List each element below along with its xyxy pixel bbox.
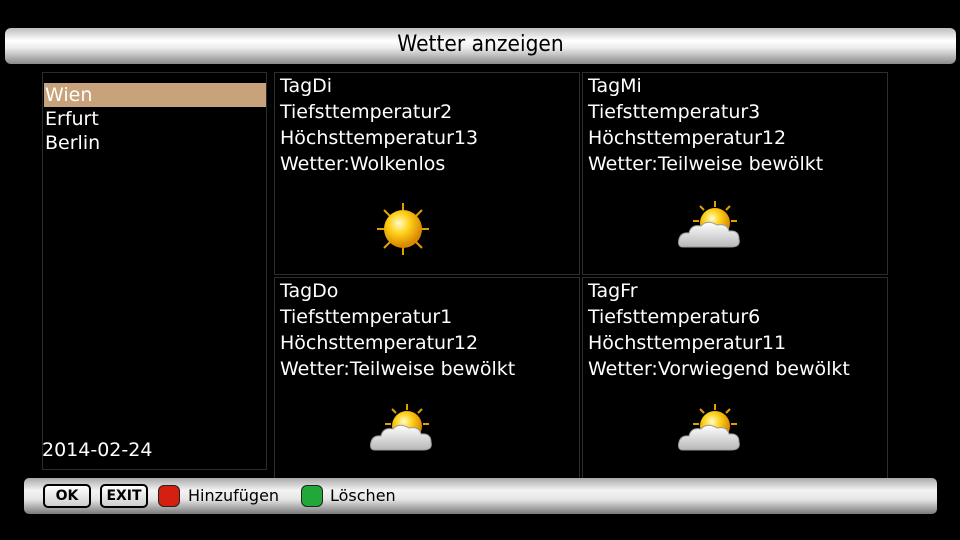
forecast-card-day-4: TagFr Tiefsttemperatur6 Höchsttemperatur… [582, 277, 888, 480]
green-key-icon[interactable] [301, 485, 323, 507]
title-bar: Wetter anzeigen [5, 28, 956, 64]
forecast-weather: Wetter:Wolkenlos [280, 153, 446, 175]
forecast-min-temp: Tiefsttemperatur6 [588, 306, 761, 328]
add-label: Hinzufügen [188, 486, 280, 505]
button-bar: OK EXIT Hinzufügen Löschen [24, 478, 937, 514]
page-title: Wetter anzeigen [397, 32, 564, 57]
sun-cloud-icon [678, 404, 740, 451]
city-item-wien[interactable]: Wien [44, 83, 266, 107]
sun-cloud-icon [370, 404, 432, 451]
forecast-card-day-3: TagDo Tiefsttemperatur1 Höchsttemperatur… [274, 277, 580, 480]
forecast-day: TagFr [588, 280, 638, 302]
city-list[interactable]: Wien Erfurt Berlin [42, 72, 267, 470]
red-key-icon[interactable] [158, 485, 180, 507]
forecast-min-temp: Tiefsttemperatur3 [588, 101, 761, 123]
current-date: 2014-02-24 [42, 439, 153, 461]
ok-button[interactable]: OK [43, 484, 91, 508]
forecast-card-day-1: TagDi Tiefsttemperatur2 Höchsttemperatur… [274, 72, 580, 275]
forecast-weather: Wetter:Teilweise bewölkt [280, 358, 516, 380]
forecast-max-temp: Höchsttemperatur13 [280, 127, 479, 149]
forecast-max-temp: Höchsttemperatur12 [280, 332, 479, 354]
forecast-max-temp: Höchsttemperatur12 [588, 127, 787, 149]
forecast-min-temp: Tiefsttemperatur1 [280, 306, 453, 328]
forecast-day: TagMi [588, 75, 642, 97]
forecast-weather: Wetter:Teilweise bewölkt [588, 153, 824, 175]
delete-label: Löschen [330, 486, 396, 505]
forecast-day: TagDi [280, 75, 333, 97]
exit-button[interactable]: EXIT [100, 484, 148, 508]
city-item-berlin[interactable]: Berlin [44, 131, 266, 155]
forecast-day: TagDo [280, 280, 339, 302]
city-item-erfurt[interactable]: Erfurt [44, 107, 266, 131]
forecast-weather: Wetter:Vorwiegend bewölkt [588, 358, 850, 380]
forecast-grid: TagDi Tiefsttemperatur2 Höchsttemperatur… [274, 72, 889, 480]
forecast-min-temp: Tiefsttemperatur2 [280, 101, 453, 123]
sun-icon [377, 203, 429, 255]
forecast-card-day-2: TagMi Tiefsttemperatur3 Höchsttemperatur… [582, 72, 888, 275]
forecast-max-temp: Höchsttemperatur11 [588, 332, 787, 354]
sun-cloud-icon [678, 201, 740, 248]
